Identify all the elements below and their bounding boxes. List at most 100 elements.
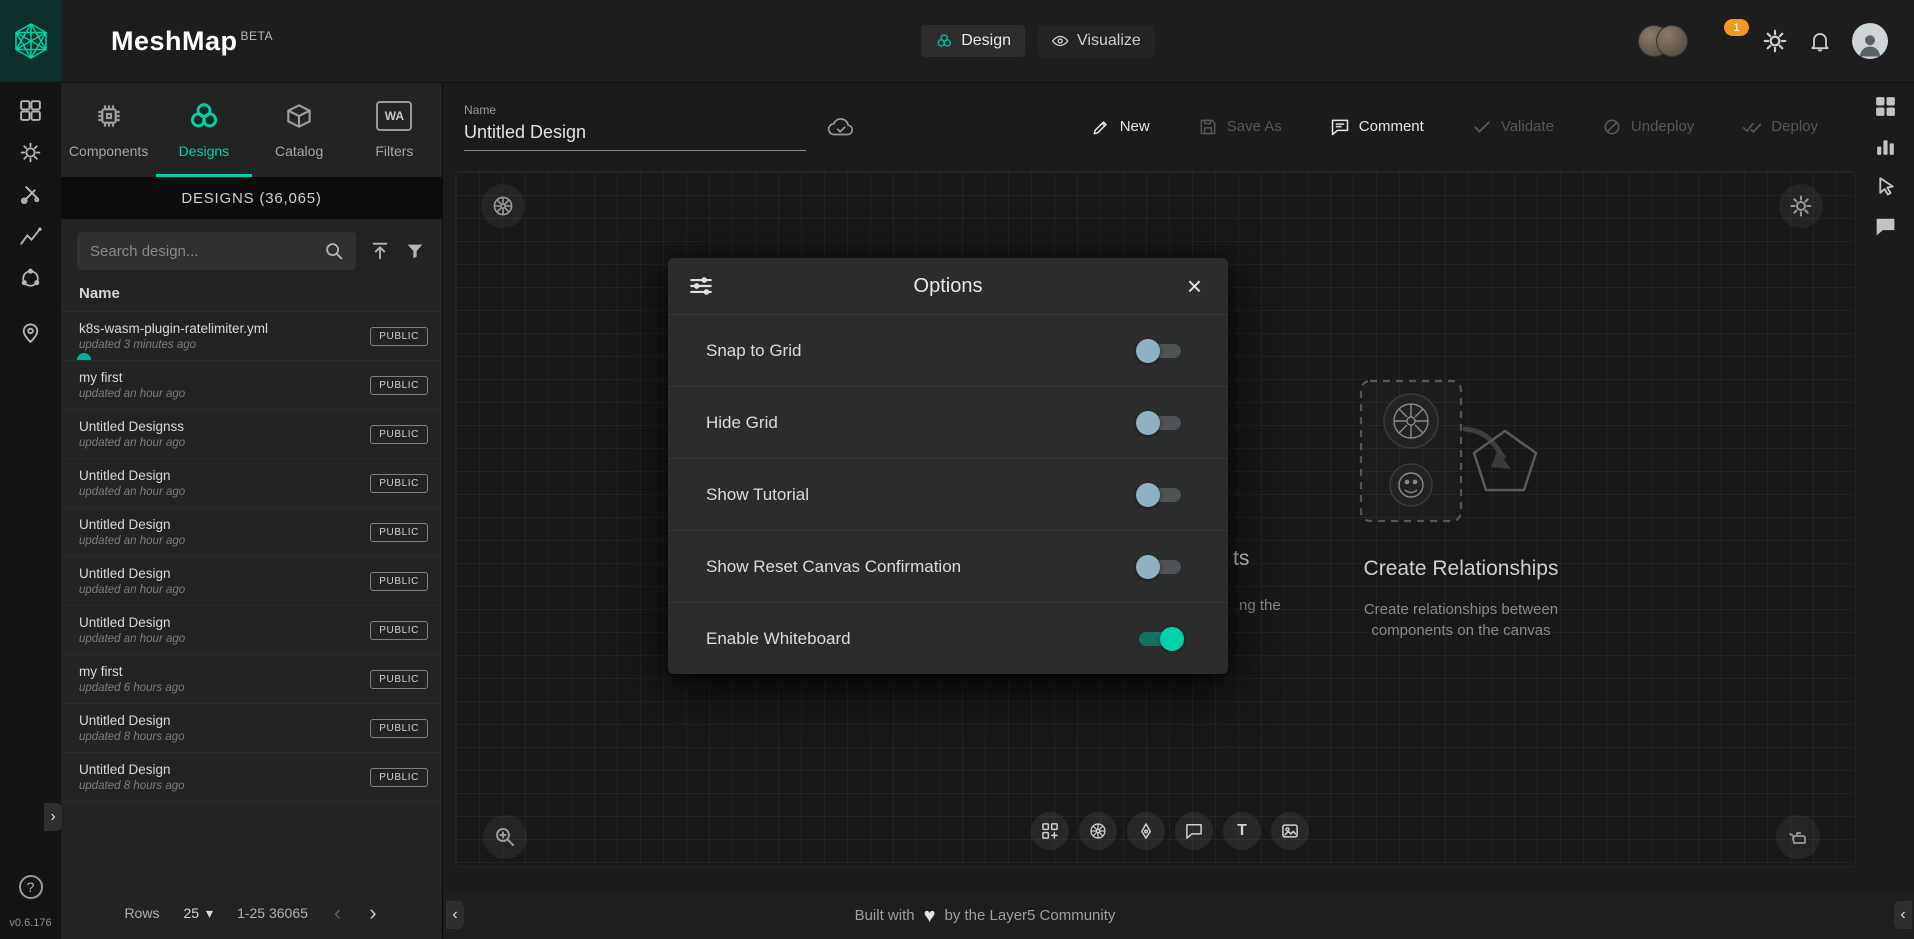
design-name: Untitled Design	[79, 713, 370, 728]
filter-icon[interactable]	[404, 240, 426, 262]
comment-tool-button[interactable]	[1175, 812, 1213, 850]
option-toggle[interactable]	[1136, 482, 1184, 508]
tab-catalog-label: Catalog	[275, 143, 323, 159]
performance-icon[interactable]	[18, 224, 43, 249]
text-tool-button[interactable]: T	[1223, 812, 1261, 850]
next-page-button[interactable]: ›	[367, 902, 378, 924]
draw-tool-button[interactable]	[1127, 812, 1165, 850]
oilcan-button[interactable]	[1776, 815, 1820, 859]
chart-icon[interactable]	[1873, 134, 1898, 159]
kubernetes-tool-button[interactable]	[1079, 812, 1117, 850]
draw-tool-icon	[1136, 821, 1156, 841]
lifecycle-icon[interactable]	[18, 140, 43, 165]
top-bar: MeshMapBETA Design Visualize	[0, 0, 1914, 83]
deploy-label: Deploy	[1771, 118, 1818, 135]
design-mode-label: Design	[961, 32, 1011, 50]
design-list-item[interactable]: my first updated 6 hours ago PUBLIC	[61, 655, 442, 704]
oilcan-icon	[1786, 825, 1810, 849]
option-toggle[interactable]	[1136, 554, 1184, 580]
design-list-item[interactable]: Untitled Designss updated an hour ago PU…	[61, 410, 442, 459]
dashboard-icon[interactable]	[18, 98, 43, 123]
rail-expand-button[interactable]: ›	[44, 803, 62, 831]
design-list-item[interactable]: Untitled Design updated an hour ago PUBL…	[61, 557, 442, 606]
apps-icon[interactable]	[1873, 94, 1898, 119]
design-name: Untitled Design	[79, 615, 370, 630]
extension-status[interactable]: 1	[1708, 24, 1742, 58]
validate-button[interactable]: Validate	[1466, 116, 1560, 138]
close-icon[interactable]: ×	[1181, 272, 1208, 300]
user-avatar[interactable]	[1852, 23, 1888, 59]
media-tool-button[interactable]	[1271, 812, 1309, 850]
rows-per-page-select[interactable]: 25 ▾	[183, 905, 213, 922]
kubernetes-context-button[interactable]	[481, 184, 525, 228]
tab-designs[interactable]: Designs	[156, 82, 251, 177]
option-toggle[interactable]	[1136, 626, 1184, 652]
help-button[interactable]: ?	[19, 875, 43, 899]
design-list-item[interactable]: Untitled Design updated an hour ago PUBL…	[61, 459, 442, 508]
design-name: k8s-wasm-plugin-ratelimiter.yml	[79, 321, 370, 336]
undeploy-button[interactable]: Undeploy	[1596, 116, 1700, 138]
design-list-item[interactable]: k8s-wasm-plugin-ratelimiter.yml updated …	[61, 312, 442, 361]
catalog-icon	[281, 98, 317, 134]
visibility-badge: PUBLIC	[370, 376, 428, 395]
mesh-icon[interactable]	[18, 266, 43, 291]
option-toggle[interactable]	[1136, 338, 1184, 364]
tab-catalog[interactable]: Catalog	[252, 82, 347, 177]
design-list-item[interactable]: Untitled Design updated 8 hours ago PUBL…	[61, 753, 442, 802]
design-info: Untitled Design updated 8 hours ago	[79, 713, 370, 743]
visualize-mode-button[interactable]: Visualize	[1037, 25, 1155, 57]
location-icon[interactable]	[18, 320, 43, 345]
tab-designs-label: Designs	[179, 143, 230, 159]
component-tool-button[interactable]	[1031, 812, 1069, 850]
prev-page-button[interactable]: ‹	[332, 902, 343, 924]
search-input[interactable]	[88, 242, 323, 261]
deploy-button[interactable]: Deploy	[1736, 116, 1824, 138]
option-row: Enable Whiteboard	[668, 603, 1228, 674]
comment-panel-icon[interactable]	[1873, 214, 1898, 239]
options-list: Snap to Grid Hide Grid Show Tutorial Sho…	[668, 315, 1228, 674]
collaborator-avatar[interactable]	[1656, 25, 1688, 57]
option-label: Show Tutorial	[706, 485, 809, 505]
design-name-field: Name	[464, 103, 806, 151]
upload-design-icon[interactable]	[369, 240, 391, 262]
caret-down-icon: ▾	[206, 905, 213, 922]
design-info: Untitled Design updated an hour ago	[79, 517, 370, 547]
option-toggle[interactable]	[1136, 410, 1184, 436]
collapse-sidebar-button[interactable]: ‹	[446, 901, 464, 929]
design-name: Untitled Design	[79, 762, 370, 777]
settings-button[interactable]	[1762, 28, 1788, 54]
design-list-item[interactable]: Untitled Design updated an hour ago PUBL…	[61, 606, 442, 655]
heart-icon: ♥	[924, 906, 936, 926]
option-label: Hide Grid	[706, 413, 778, 433]
check-icon	[1472, 117, 1492, 137]
save-icon	[1198, 117, 1218, 137]
design-updated: updated 3 minutes ago	[79, 339, 370, 351]
notifications-button[interactable]	[1808, 29, 1832, 53]
option-label: Enable Whiteboard	[706, 629, 851, 649]
visibility-badge: PUBLIC	[370, 425, 428, 444]
design-name-input[interactable]	[464, 122, 806, 151]
design-list: k8s-wasm-plugin-ratelimiter.yml updated …	[61, 311, 442, 887]
layer5-logo[interactable]	[0, 0, 61, 82]
save-as-button[interactable]: Save As	[1192, 116, 1288, 138]
comment-icon	[1330, 117, 1350, 137]
toolbox-icon[interactable]	[18, 182, 43, 207]
option-row: Show Tutorial	[668, 459, 1228, 531]
design-mode-button[interactable]: Design	[921, 25, 1025, 57]
tab-filters[interactable]: WA Filters	[347, 82, 442, 177]
whiteboard-dock: T	[1031, 812, 1309, 850]
design-list-item[interactable]: Untitled Design updated 8 hours ago PUBL…	[61, 704, 442, 753]
pointer-icon[interactable]	[1873, 174, 1898, 199]
design-list-item[interactable]: my first updated an hour ago PUBLIC	[61, 361, 442, 410]
pagination: Rows 25 ▾ 1-25 36065 ‹ ›	[61, 887, 442, 939]
collapse-right-panel-button[interactable]: ‹	[1894, 901, 1912, 929]
owner-avatar-dot	[77, 353, 91, 361]
design-list-item[interactable]: Untitled Design updated an hour ago PUBL…	[61, 508, 442, 557]
comment-button[interactable]: Comment	[1324, 116, 1430, 138]
tab-components[interactable]: Components	[61, 82, 156, 177]
canvas-settings-button[interactable]	[1779, 184, 1823, 228]
zoom-button[interactable]	[483, 815, 527, 859]
visibility-badge: PUBLIC	[370, 523, 428, 542]
rows-label: Rows	[124, 905, 159, 921]
new-design-button[interactable]: New	[1085, 116, 1156, 138]
